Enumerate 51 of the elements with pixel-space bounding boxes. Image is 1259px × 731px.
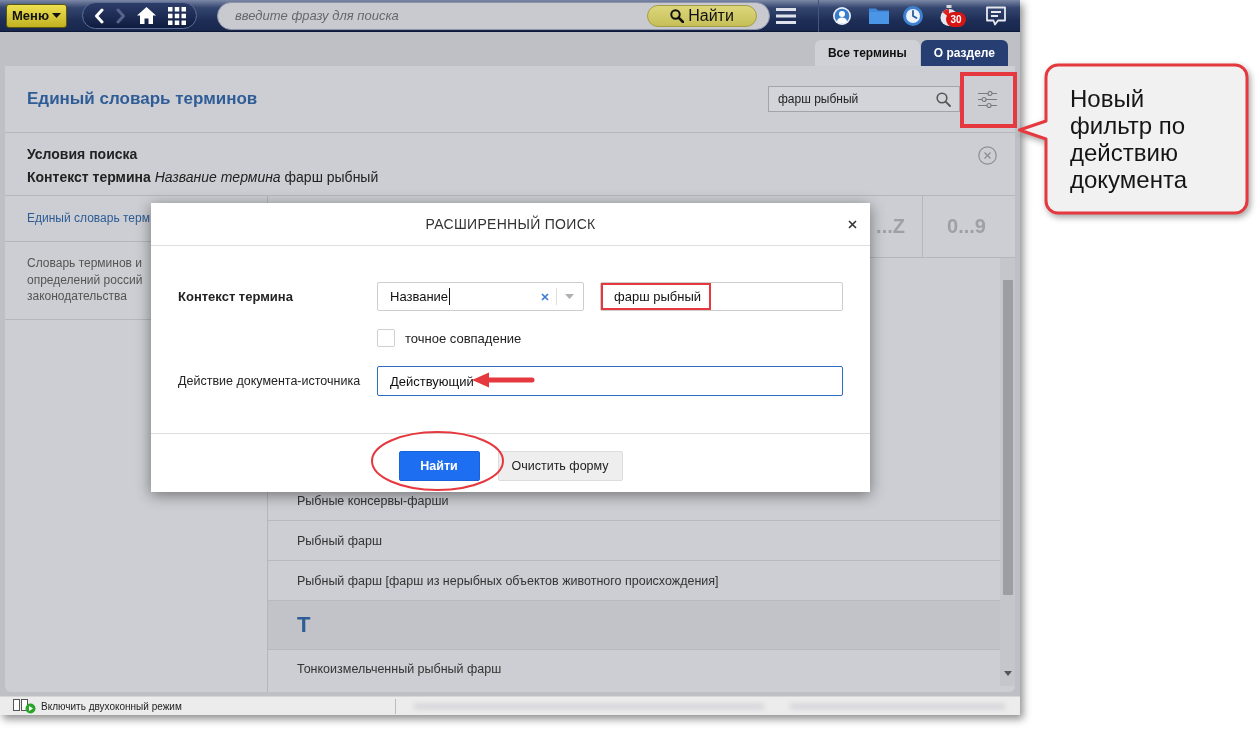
highlight-frame <box>960 72 1017 128</box>
close-icon[interactable] <box>848 219 857 229</box>
clear-form-button[interactable]: Очистить форму <box>497 450 623 481</box>
home-icon[interactable] <box>137 7 157 24</box>
term-link[interactable]: Тонкоизмельченный рыбный фарш <box>297 662 502 676</box>
section-heading: Условия поиска <box>27 145 139 164</box>
field-label: Контекст термина <box>178 288 294 306</box>
menu-button[interactable]: Меню <box>6 3 67 28</box>
message-icon[interactable] <box>985 5 1007 26</box>
sidebar-link[interactable]: Словарь терминов и определений россий законодательства <box>27 255 143 305</box>
select-field[interactable]: Название <box>377 282 584 311</box>
menu-icon[interactable] <box>776 6 796 25</box>
search-field[interactable]: введите фразу для поиска <box>218 2 647 29</box>
scrollbar-thumb[interactable] <box>1002 280 1013 595</box>
term-link[interactable]: Рыбный фарш [фарш из нерыбных объектов животного происхождения] <box>297 573 719 588</box>
forward-icon[interactable] <box>115 7 126 24</box>
select-value: Название <box>390 289 449 304</box>
status-link[interactable]: Включить двухоконный режим <box>41 700 182 712</box>
search-button[interactable]: Найти <box>647 4 757 27</box>
search-field[interactable]: фарш рыбный <box>778 92 936 106</box>
search-box[interactable]: фарш рыбный <box>768 86 960 112</box>
dialog-title: РАСШИРЕННЫЙ ПОИСК <box>425 216 596 232</box>
user-icon[interactable] <box>833 6 851 25</box>
dual-window-icon[interactable] <box>13 698 36 714</box>
sliders-icon[interactable] <box>978 90 997 108</box>
term-link[interactable]: Рыбный фарш <box>297 533 383 548</box>
field-value: фарш рыбный <box>614 289 701 304</box>
tab[interactable]: Все термины <box>814 40 920 66</box>
search-bar[interactable]: введите фразу для поиска Найти <box>217 1 770 30</box>
callout-text: Новый фильтр по действию документа <box>1070 85 1189 193</box>
sidebar-link[interactable]: Единый словарь терм <box>27 210 150 227</box>
text-field[interactable]: фарш рыбный <box>600 282 843 311</box>
clock-icon[interactable] <box>903 5 923 26</box>
tab[interactable]: О разделе <box>920 40 1008 66</box>
folder-icon[interactable] <box>869 7 889 24</box>
search-icon <box>670 8 685 23</box>
page-title: Единый словарь терминов <box>27 89 259 109</box>
clear-icon[interactable] <box>541 292 549 301</box>
back-icon[interactable] <box>94 7 104 24</box>
text-field[interactable]: Действующий <box>377 366 843 396</box>
grid-icon[interactable] <box>167 6 186 25</box>
search-button[interactable]: Найти <box>398 450 480 481</box>
checkbox[interactable] <box>377 329 395 347</box>
term-link[interactable]: Рыбные консервы-фарши <box>297 493 449 508</box>
search-conditions-text: Контекст термина Название термина фарш рыбный <box>27 168 379 187</box>
search-icon[interactable] <box>936 91 951 107</box>
checkbox-label: точное совпадение <box>405 330 522 346</box>
field-label: Действие документа-источника <box>178 373 362 390</box>
scroll-down-icon[interactable] <box>1003 671 1012 676</box>
caret-icon <box>52 13 61 18</box>
letter-heading: Т <box>297 612 311 638</box>
